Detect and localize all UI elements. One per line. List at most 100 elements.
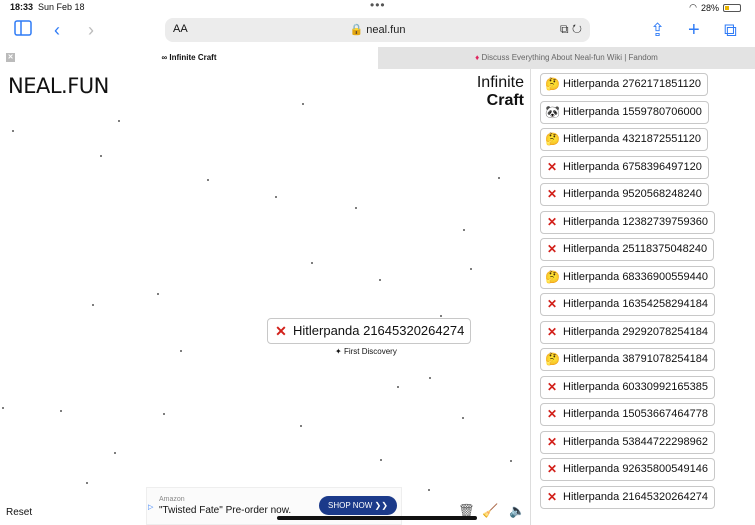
particle [114, 452, 116, 454]
tabs-overview-icon[interactable]: ⧉ [724, 20, 737, 40]
sidebar-element[interactable]: ✕ Hitlerpanda 60330992165385 [540, 375, 715, 399]
sidebar-element[interactable]: ✕ Hitlerpanda 92635800549146 [540, 458, 715, 481]
particle [498, 177, 500, 179]
sidebar-element-label: Hitlerpanda 15053667464778 [563, 408, 708, 420]
infinite-craft-logo: Infinite Craft [470, 74, 524, 110]
first-discovery-note: ✦ First Discovery [335, 347, 397, 356]
particle [355, 207, 357, 209]
cross-icon: ✕ [546, 407, 558, 421]
particle [60, 410, 62, 412]
cross-icon: ✕ [546, 187, 558, 201]
shop-now-button[interactable]: SHOP NOW ❯❯ [319, 496, 397, 515]
reload-icon[interactable]: ⧉ ↻ [560, 22, 582, 37]
battery-icon [723, 3, 741, 12]
share-icon[interactable]: ⇪ [650, 20, 665, 40]
sidebar-element-label: Hitlerpanda 12382739759360 [563, 215, 708, 228]
sidebar-element[interactable]: 🤔 Hitlerpanda 38791078254184 [540, 348, 715, 371]
think-icon: 🤔 [545, 77, 560, 91]
think-icon: 🤔 [545, 352, 560, 366]
fandom-icon: ♦ [475, 53, 480, 62]
back-icon[interactable]: ‹ [54, 20, 60, 40]
cross-icon: ✕ [546, 242, 558, 256]
sidebar-element[interactable]: ✕ Hitlerpanda 25118375048240 [540, 238, 715, 261]
cross-icon: ✕ [546, 324, 558, 339]
multitasking-dots-icon[interactable]: ••• [370, 0, 386, 12]
sidebar-element[interactable]: ✕ Hitlerpanda 21645320264274 [540, 485, 715, 509]
url-value: neal.fun [366, 24, 406, 36]
particle [428, 489, 430, 491]
think-icon: 🤔 [545, 269, 560, 284]
particle [92, 304, 94, 306]
cross-icon: ✕ [546, 159, 558, 174]
sidebar-element-label: Hitlerpanda 68336900559440 [563, 270, 708, 283]
particle [440, 315, 442, 317]
sidebar-element[interactable]: ✕ Hitlerpanda 53844722298962 [540, 430, 715, 454]
sidebar-element-label: Hitlerpanda 4321872551120 [563, 133, 702, 145]
sidebar-element[interactable]: 🐼 Hitlerpanda 1559780706000 [540, 100, 709, 124]
think-icon: 🤔 [545, 132, 560, 146]
sidebar-element-label: Hitlerpanda 21645320264274 [563, 490, 708, 503]
panda-icon: 🐼 [545, 104, 560, 119]
particle [12, 130, 14, 132]
particle [2, 407, 4, 409]
particle [462, 417, 464, 419]
cross-icon: ✕ [546, 489, 558, 504]
new-tab-icon[interactable]: + [688, 20, 700, 40]
particle [379, 279, 381, 281]
tab-label: ∞ Infinite Craft [161, 53, 217, 62]
sidebar-element[interactable]: ✕ Hitlerpanda 9520568248240 [540, 183, 709, 206]
cross-icon: ✕ [546, 214, 558, 229]
home-indicator [277, 516, 477, 520]
sidebar-element-label: Hitlerpanda 29292078254184 [563, 325, 708, 338]
particle [311, 262, 313, 264]
sidebar-element-label: Hitlerpanda 38791078254184 [563, 353, 708, 365]
title-line-2: Craft [486, 92, 524, 109]
status-bar: 18:33 Sun Feb 18 ••• ◠ 28% [0, 0, 755, 14]
ad-brand: Amazon [159, 496, 185, 503]
particle [100, 155, 102, 157]
sidebar-toggle-icon[interactable] [14, 20, 32, 40]
url-text: 🔒 neal.fun [349, 24, 406, 36]
particle [157, 293, 159, 295]
particle [397, 386, 399, 388]
neal-fun-logo[interactable]: NEAL.FUN [8, 74, 109, 98]
forward-icon[interactable]: › [88, 20, 94, 40]
title-line-1: Infinite [476, 74, 524, 91]
status-right: ◠ 28% [689, 2, 741, 13]
cross-icon: ✕ [546, 297, 558, 311]
sound-icon[interactable]: 🔈 [509, 503, 525, 519]
broom-icon[interactable]: 🧹 [482, 503, 498, 519]
ad-choices-icon[interactable]: ▷ [148, 503, 153, 511]
canvas-element[interactable]: ✕ Hitlerpanda 21645320264274 [267, 318, 472, 344]
sidebar-element[interactable]: ✕ Hitlerpanda 29292078254184 [540, 320, 715, 344]
close-tab-icon[interactable]: ✕ [6, 53, 15, 62]
sidebar-element-label: Hitlerpanda 2762171851120 [563, 78, 702, 90]
battery-percent: 28% [700, 2, 719, 13]
particle [180, 350, 182, 352]
sidebar-element[interactable]: 🤔 Hitlerpanda 4321872551120 [540, 128, 709, 151]
particle [470, 268, 472, 270]
date: Sun Feb 18 [38, 2, 85, 12]
particle [207, 179, 209, 181]
sidebar-element[interactable]: ✕ Hitlerpanda 15053667464778 [540, 403, 715, 426]
sidebar-element-label: Hitlerpanda 16354258294184 [563, 298, 708, 310]
reset-button[interactable]: Reset [6, 507, 32, 518]
address-bar[interactable]: AA 🔒 neal.fun ⧉ ↻ [165, 18, 590, 42]
tab-fandom[interactable]: ♦ Discuss Everything About Neal-fun Wiki… [378, 47, 755, 69]
sidebar-element-label: Hitlerpanda 25118375048240 [563, 243, 708, 255]
sidebar-element[interactable]: 🤔 Hitlerpanda 2762171851120 [540, 73, 709, 96]
particle [429, 377, 431, 379]
tab-infinite-craft[interactable]: ✕ ∞ Infinite Craft [0, 47, 378, 69]
sidebar-element[interactable]: 🤔 Hitlerpanda 68336900559440 [540, 265, 715, 289]
cross-icon: ✕ [546, 379, 558, 394]
tab-bar: ✕ ∞ Infinite Craft ♦ Discuss Everything … [0, 47, 755, 69]
particle [300, 425, 302, 427]
sidebar-element[interactable]: ✕ Hitlerpanda 12382739759360 [540, 210, 715, 234]
sidebar-element[interactable]: ✕ Hitlerpanda 16354258294184 [540, 293, 715, 316]
first-discovery-text: First Discovery [343, 347, 397, 356]
particle [302, 103, 304, 105]
elements-sidebar: 🤔 Hitlerpanda 2762171851120 🐼 Hitlerpanda 1… [531, 69, 755, 525]
wifi-icon: ◠ [689, 2, 697, 12]
sidebar-element[interactable]: ✕ Hitlerpanda 6758396497120 [540, 155, 709, 179]
sidebar-element-label: Hitlerpanda 9520568248240 [563, 188, 702, 200]
